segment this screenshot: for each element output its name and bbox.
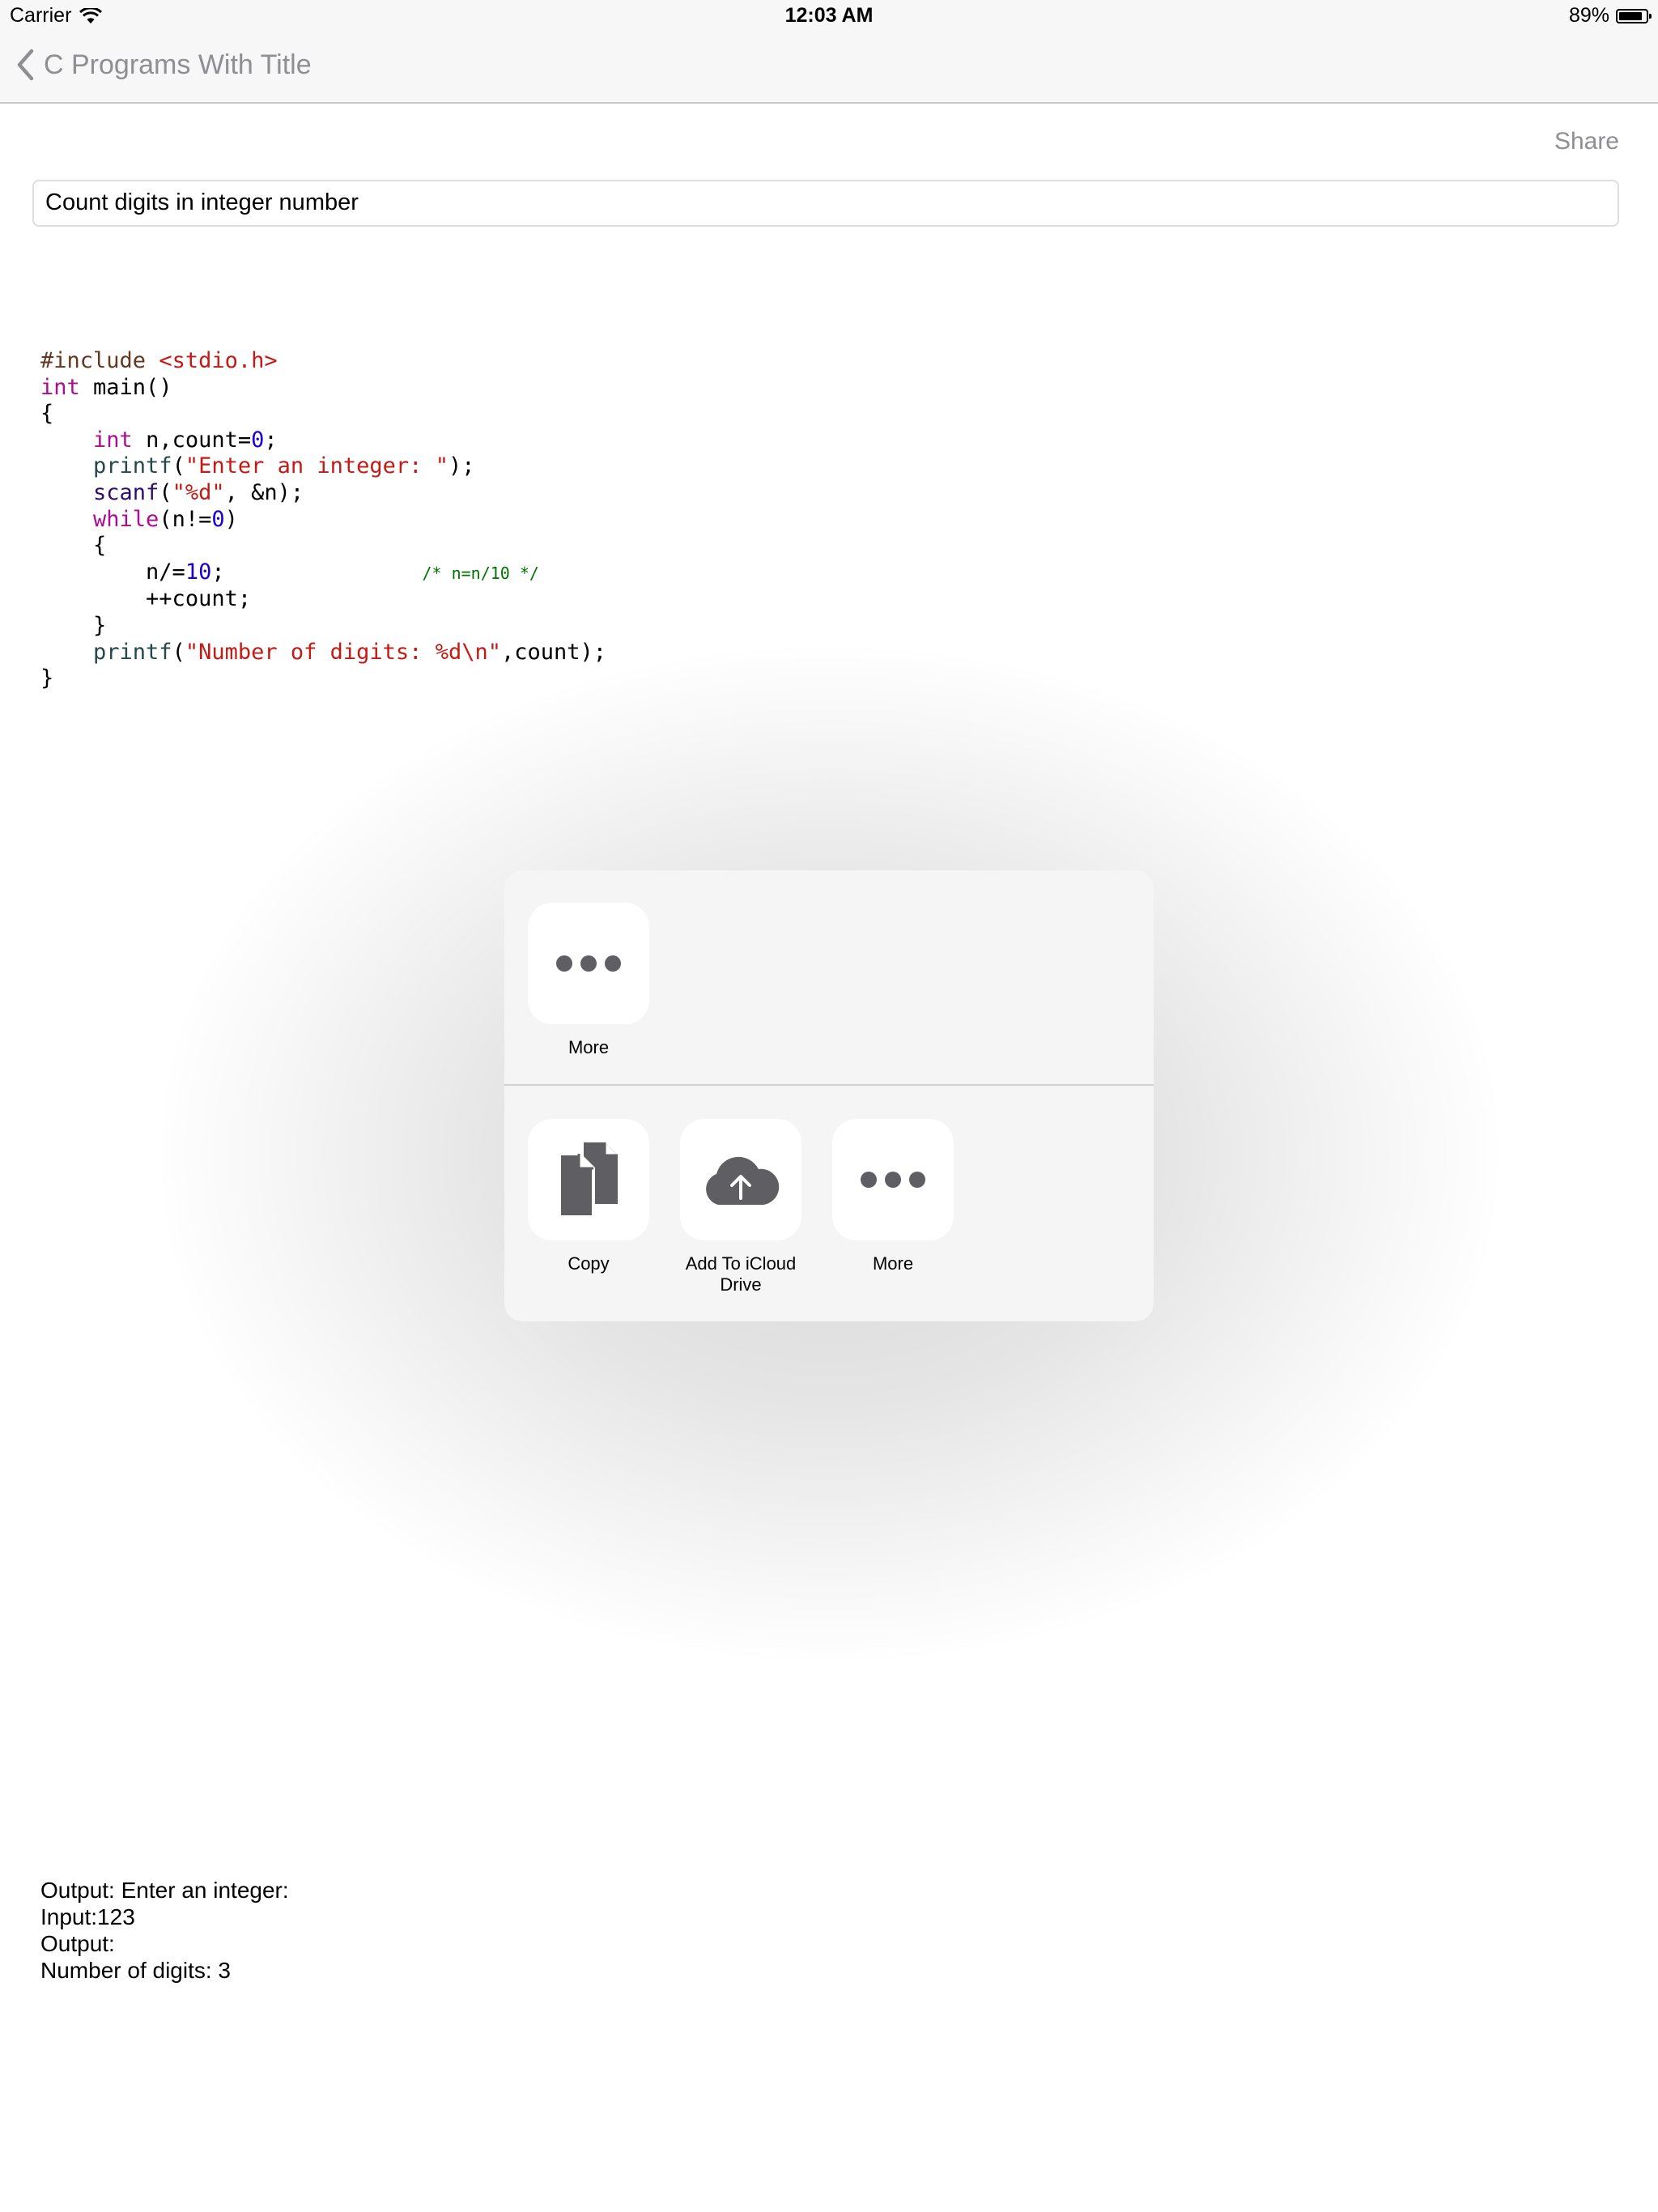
code-token: "%d" <box>172 479 225 505</box>
code-token: n,count= <box>132 427 252 453</box>
code-token: main() <box>79 374 172 400</box>
battery-fill <box>1619 11 1642 20</box>
code-token: ; <box>264 427 278 453</box>
code-token: ) <box>224 506 238 532</box>
more-tile[interactable] <box>832 1119 954 1240</box>
program-output: Output: Enter an integer: Input:123 Outp… <box>40 1877 289 1984</box>
status-time: 12:03 AM <box>784 4 874 27</box>
activity-label: More <box>568 1037 610 1057</box>
code-token: "Number of digits: %d\n" <box>185 639 501 665</box>
code-token: , &n); <box>224 479 304 505</box>
code-token: printf <box>93 453 172 479</box>
code-token: ,count); <box>500 639 607 665</box>
back-button[interactable]: C Programs With Title <box>16 49 312 81</box>
code-token: <stdio.h> <box>159 348 278 373</box>
back-button-label: C Programs With Title <box>44 49 312 80</box>
share-copy[interactable]: Copy <box>528 1119 649 1274</box>
output-line: Input:123 <box>40 1904 135 1929</box>
icloud-upload-icon <box>706 1156 780 1205</box>
code-comment: /* n=n/10 */ <box>422 563 539 583</box>
more-tile[interactable] <box>528 903 649 1024</box>
program-title-field[interactable]: Count digits in integer number <box>32 180 1619 227</box>
output-line: Output: Enter an integer: <box>40 1878 289 1903</box>
code-token: int <box>40 374 80 400</box>
more-icon <box>556 955 621 972</box>
activity-label: More <box>872 1253 914 1274</box>
code-token: (n!= <box>159 506 212 532</box>
code-token: ( <box>159 479 172 505</box>
code-token: n/= <box>146 559 185 585</box>
copy-tile[interactable] <box>528 1119 649 1240</box>
code-token: } <box>40 666 54 691</box>
output-line: Number of digits: 3 <box>40 1958 231 1983</box>
share-add-to-icloud-drive[interactable]: Add To iCloud Drive <box>680 1119 801 1295</box>
output-line: Output: <box>40 1931 115 1956</box>
code-token: { <box>40 401 54 427</box>
code-token: 10 <box>185 559 212 585</box>
code-block: #include <stdio.h> int main() { int n,co… <box>40 348 606 692</box>
code-token: scanf <box>93 479 159 505</box>
icloud-tile[interactable] <box>680 1119 801 1240</box>
status-bar: Carrier 12:03 AM 89% <box>0 0 1658 32</box>
share-button[interactable]: Share <box>1554 128 1619 155</box>
sheet-divider <box>504 1084 1154 1086</box>
share-sheet: More Copy Add To iCloud Drive More <box>504 870 1154 1321</box>
share-more-row1[interactable]: More <box>528 903 649 1058</box>
code-token: printf <box>93 639 172 665</box>
code-token: "Enter an integer: " <box>185 453 449 479</box>
code-token: 0 <box>211 506 225 532</box>
code-token: ( <box>172 453 185 479</box>
copy-icon <box>558 1142 618 1219</box>
activity-label: Add To iCloud Drive <box>685 1253 797 1295</box>
code-token: { <box>93 533 107 559</box>
code-token: #include <box>40 348 159 373</box>
activity-label: Copy <box>568 1253 610 1274</box>
more-icon <box>861 1172 925 1188</box>
battery-icon <box>1616 8 1652 23</box>
navigation-bar: C Programs With Title <box>0 32 1658 104</box>
share-more-row2[interactable]: More <box>832 1119 954 1274</box>
code-token: int <box>93 427 133 453</box>
code-token: ; <box>211 559 225 585</box>
battery-percent: 89% <box>1568 4 1609 27</box>
code-token: } <box>93 612 107 638</box>
code-token: while <box>93 506 159 532</box>
code-token: 0 <box>251 427 265 453</box>
chevron-left-icon <box>17 49 34 81</box>
code-token: ++count; <box>146 586 252 612</box>
status-right: 89% <box>1568 4 1652 28</box>
code-token: ( <box>172 639 185 665</box>
code-token: ); <box>448 453 475 479</box>
